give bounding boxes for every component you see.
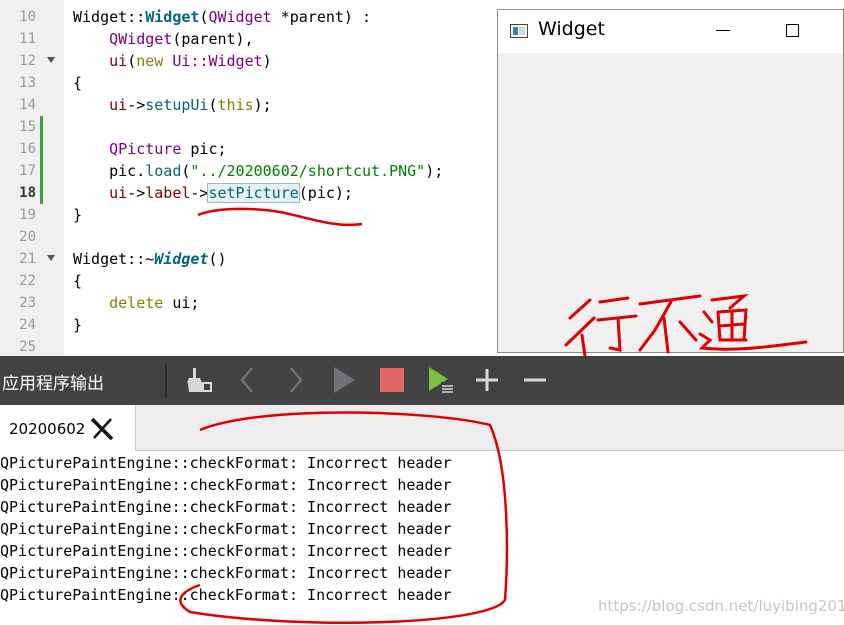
window-titlebar[interactable]: Widget xyxy=(498,10,843,53)
minimize-button[interactable] xyxy=(716,30,730,31)
output-line: QPicturePaintEngine::checkFormat: Incorr… xyxy=(0,454,452,472)
code-text: delete ui; xyxy=(109,294,200,312)
stop-icon[interactable] xyxy=(376,364,408,396)
change-marker xyxy=(40,182,43,204)
line-number: 20 xyxy=(19,229,36,245)
line-number: 18 xyxy=(19,185,36,201)
fold-arrow-icon[interactable] xyxy=(47,57,55,63)
output-tab-bar: 20200602 xyxy=(0,405,844,451)
code-text: { xyxy=(73,272,83,290)
line-number: 11 xyxy=(19,31,36,47)
watermark: https://blog.csdn.net/luyibing2017 xyxy=(598,597,844,615)
line-number: 22 xyxy=(19,273,36,289)
line-number: 23 xyxy=(19,295,36,311)
line-number: 17 xyxy=(19,163,36,179)
maximize-button[interactable] xyxy=(786,24,799,37)
line-number: 14 xyxy=(19,97,36,113)
line-number: 19 xyxy=(19,207,36,223)
run-icon[interactable] xyxy=(328,364,360,396)
line-number: 10 xyxy=(19,9,36,25)
output-line: QPicturePaintEngine::checkFormat: Incorr… xyxy=(0,564,452,582)
code-text: } xyxy=(73,206,83,224)
change-marker xyxy=(40,160,43,182)
toolbar-separator xyxy=(165,364,167,398)
output-line: QPicturePaintEngine::checkFormat: Incorr… xyxy=(0,498,452,516)
output-tab[interactable]: 20200602 xyxy=(0,405,136,451)
change-marker xyxy=(40,138,43,160)
code-text: Widget::~Widget() xyxy=(73,250,227,268)
widget-window[interactable]: Widget xyxy=(497,9,844,353)
code-text: ui->label->setPicture(pic); xyxy=(109,183,353,203)
qt-window-icon xyxy=(510,24,528,38)
zoom-in-icon[interactable] xyxy=(471,364,503,396)
code-text: QPicture pic; xyxy=(109,140,227,158)
output-line: QPicturePaintEngine::checkFormat: Incorr… xyxy=(0,520,452,538)
zoom-out-icon[interactable] xyxy=(519,364,551,396)
line-number: 13 xyxy=(19,75,36,91)
code-text: } xyxy=(73,316,83,334)
pane-title: 应用程序输出 xyxy=(2,374,104,394)
code-text: QWidget(parent), xyxy=(109,30,254,48)
application-output-toolbar: 应用程序输出 xyxy=(0,356,844,405)
fold-arrow-icon[interactable] xyxy=(47,255,55,261)
code-text: { xyxy=(73,74,83,92)
line-number: 25 xyxy=(19,339,36,355)
code-text: ui->setupUi(this); xyxy=(109,96,272,114)
output-tab-label: 20200602 xyxy=(9,420,86,438)
code-text: pic.load("../20200602/shortcut.PNG"); xyxy=(109,162,444,180)
rerun-icon[interactable] xyxy=(424,364,456,396)
next-icon[interactable] xyxy=(279,364,311,396)
highlighted-identifier: setPicture xyxy=(207,183,300,203)
output-line: QPicturePaintEngine::checkFormat: Incorr… xyxy=(0,586,452,604)
output-line: QPicturePaintEngine::checkFormat: Incorr… xyxy=(0,476,452,494)
line-number: 15 xyxy=(19,119,36,135)
code-text: ui(new Ui::Widget) xyxy=(109,52,272,70)
window-title: Widget xyxy=(538,18,605,40)
clear-brush-icon[interactable] xyxy=(184,364,216,396)
change-marker xyxy=(40,116,43,138)
line-number: 24 xyxy=(19,317,36,333)
line-number: 16 xyxy=(19,141,36,157)
line-number: 12 xyxy=(19,53,36,69)
output-line: QPicturePaintEngine::checkFormat: Incorr… xyxy=(0,542,452,560)
close-icon[interactable] xyxy=(89,416,115,442)
previous-icon[interactable] xyxy=(232,364,264,396)
line-number: 21 xyxy=(19,251,36,267)
code-text: Widget::Widget(QWidget *parent) : xyxy=(73,8,372,26)
